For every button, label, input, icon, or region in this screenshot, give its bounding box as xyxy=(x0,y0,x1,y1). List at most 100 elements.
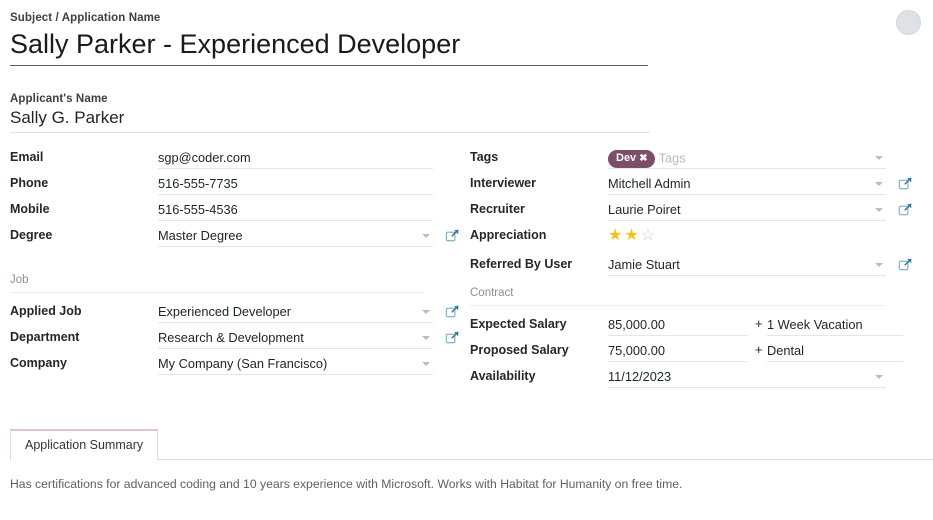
expected-salary-value: 85,000.00 xyxy=(608,314,748,335)
subject-block: Subject / Application Name Sally Parker … xyxy=(10,11,650,66)
field-row-referred-by: Referred By User Jamie Stuart xyxy=(470,254,923,280)
applied-job-field-wrap: Experienced Developer xyxy=(158,301,433,323)
field-row-interviewer: Interviewer Mitchell Admin xyxy=(470,173,923,199)
appreciation-label: Appreciation xyxy=(470,228,546,242)
field-row-proposed-salary: Proposed Salary 75,000.00 + Dental xyxy=(470,340,923,366)
degree-value: Master Degree xyxy=(158,225,433,246)
tags-value-row: Dev✖Tags xyxy=(608,147,886,169)
tags-input[interactable]: Dev✖Tags xyxy=(608,147,886,169)
expected-salary-extra-input[interactable]: 1 Week Vacation xyxy=(767,314,903,336)
external-link-icon[interactable] xyxy=(445,228,460,243)
expected-salary-extra-value: 1 Week Vacation xyxy=(767,314,903,335)
applied-job-value: Experienced Developer xyxy=(158,301,433,322)
company-field-wrap: My Company (San Francisco) xyxy=(158,353,433,375)
referred-by-value: Jamie Stuart xyxy=(608,254,886,275)
chevron-down-icon[interactable] xyxy=(875,156,883,160)
phone-value: 516-555-7735 xyxy=(158,173,433,194)
field-row-recruiter: Recruiter Laurie Poiret xyxy=(470,199,923,225)
application-summary-text[interactable]: Has certifications for advanced coding a… xyxy=(10,475,910,493)
recruiter-select[interactable]: Laurie Poiret xyxy=(608,199,886,221)
phone-field[interactable]: 516-555-7735 xyxy=(158,173,433,195)
availability-field-wrap: 11/12/2023 xyxy=(608,366,886,388)
field-row-tags: Tags Dev✖Tags xyxy=(470,147,923,173)
department-field-wrap: Research & Development xyxy=(158,327,433,349)
tags-label: Tags xyxy=(470,150,498,164)
expected-salary-label: Expected Salary xyxy=(470,317,567,331)
degree-select[interactable]: Master Degree xyxy=(158,225,433,247)
proposed-salary-extra-input[interactable]: Dental xyxy=(767,340,903,362)
user-avatar[interactable] xyxy=(896,10,921,35)
external-link-icon[interactable] xyxy=(445,304,460,319)
interviewer-label: Interviewer xyxy=(470,176,536,190)
external-link-icon[interactable] xyxy=(898,202,913,217)
subject-label: Subject / Application Name xyxy=(10,11,650,25)
external-link-icon[interactable] xyxy=(898,176,913,191)
tag-remove-icon[interactable]: ✖ xyxy=(639,153,647,164)
mobile-label: Mobile xyxy=(10,202,50,216)
mobile-field-wrap: 516-555-4536 xyxy=(158,199,433,221)
proposed-salary-input[interactable]: 75,000.00 xyxy=(608,340,748,362)
expected-salary-extra-wrap: 1 Week Vacation xyxy=(767,314,903,336)
company-value: My Company (San Francisco) xyxy=(158,353,433,374)
proposed-salary-label: Proposed Salary xyxy=(470,343,569,357)
application-form-sheet: Subject / Application Name Sally Parker … xyxy=(0,0,933,520)
appreciation-field-wrap: ★★☆ xyxy=(608,225,886,246)
tab-bar: Application Summary xyxy=(0,428,933,460)
external-link-icon[interactable] xyxy=(445,330,460,345)
star-empty-icon[interactable]: ☆ xyxy=(641,227,657,244)
field-row-appreciation: Appreciation ★★☆ xyxy=(470,225,923,254)
star-filled-icon[interactable]: ★ xyxy=(608,227,624,244)
expected-salary-input[interactable]: 85,000.00 xyxy=(608,314,748,336)
subject-input[interactable]: Sally Parker - Experienced Developer xyxy=(10,25,648,66)
expected-salary-field-wrap: 85,000.00 xyxy=(608,314,748,336)
field-row-department: Department Research & Development xyxy=(10,327,460,353)
field-row-applied-job: Applied Job Experienced Developer xyxy=(10,301,460,327)
field-row-mobile: Mobile 516-555-4536 xyxy=(10,199,460,225)
tags-field-wrap: Dev✖Tags xyxy=(608,147,886,169)
tab-application-summary[interactable]: Application Summary xyxy=(10,429,158,461)
proposed-salary-extra-value: Dental xyxy=(767,340,903,361)
chevron-down-icon[interactable] xyxy=(875,263,883,267)
availability-date-input[interactable]: 11/12/2023 xyxy=(608,366,886,388)
chevron-down-icon[interactable] xyxy=(422,234,430,238)
email-field[interactable]: sgp@coder.com xyxy=(158,147,433,169)
phone-field-wrap: 516-555-7735 xyxy=(158,173,433,195)
recruiter-value: Laurie Poiret xyxy=(608,199,886,220)
degree-label: Degree xyxy=(10,228,52,242)
chevron-down-icon[interactable] xyxy=(875,375,883,379)
email-label: Email xyxy=(10,150,43,164)
applied-job-select[interactable]: Experienced Developer xyxy=(158,301,433,323)
referred-by-label: Referred By User xyxy=(470,257,572,271)
recruiter-label: Recruiter xyxy=(470,202,525,216)
right-column: Tags Dev✖Tags Interviewer Mitchell Admin xyxy=(470,147,923,392)
referred-by-field-wrap: Jamie Stuart xyxy=(608,254,886,276)
chevron-down-icon[interactable] xyxy=(875,208,883,212)
chevron-down-icon[interactable] xyxy=(422,362,430,366)
field-row-email: Email sgp@coder.com xyxy=(10,147,460,173)
chevron-down-icon[interactable] xyxy=(422,310,430,314)
applicant-name-label: Applicant's Name xyxy=(10,92,652,106)
interviewer-select[interactable]: Mitchell Admin xyxy=(608,173,886,195)
contract-section-header: Contract xyxy=(470,286,886,306)
tag-badge-dev[interactable]: Dev✖ xyxy=(608,150,655,168)
email-value: sgp@coder.com xyxy=(158,147,433,168)
department-value: Research & Development xyxy=(158,327,433,348)
star-filled-icon[interactable]: ★ xyxy=(624,227,640,244)
referred-by-select[interactable]: Jamie Stuart xyxy=(608,254,886,276)
chevron-down-icon[interactable] xyxy=(875,182,883,186)
department-select[interactable]: Research & Development xyxy=(158,327,433,349)
recruiter-field-wrap: Laurie Poiret xyxy=(608,199,886,221)
applicant-name-input[interactable]: Sally G. Parker xyxy=(10,106,650,133)
left-column: Email sgp@coder.com Phone 516-555-7735 M… xyxy=(10,147,460,379)
chevron-down-icon[interactable] xyxy=(422,336,430,340)
company-select[interactable]: My Company (San Francisco) xyxy=(158,353,433,375)
mobile-field[interactable]: 516-555-4536 xyxy=(158,199,433,221)
degree-field-wrap: Master Degree xyxy=(158,225,433,247)
proposed-salary-field-wrap: 75,000.00 xyxy=(608,340,748,362)
external-link-icon[interactable] xyxy=(898,257,913,272)
company-label: Company xyxy=(10,356,67,370)
field-row-degree: Degree Master Degree xyxy=(10,225,460,251)
mobile-value: 516-555-4536 xyxy=(158,199,433,220)
appreciation-rating[interactable]: ★★☆ xyxy=(608,225,886,246)
email-field-wrap: sgp@coder.com xyxy=(158,147,433,169)
